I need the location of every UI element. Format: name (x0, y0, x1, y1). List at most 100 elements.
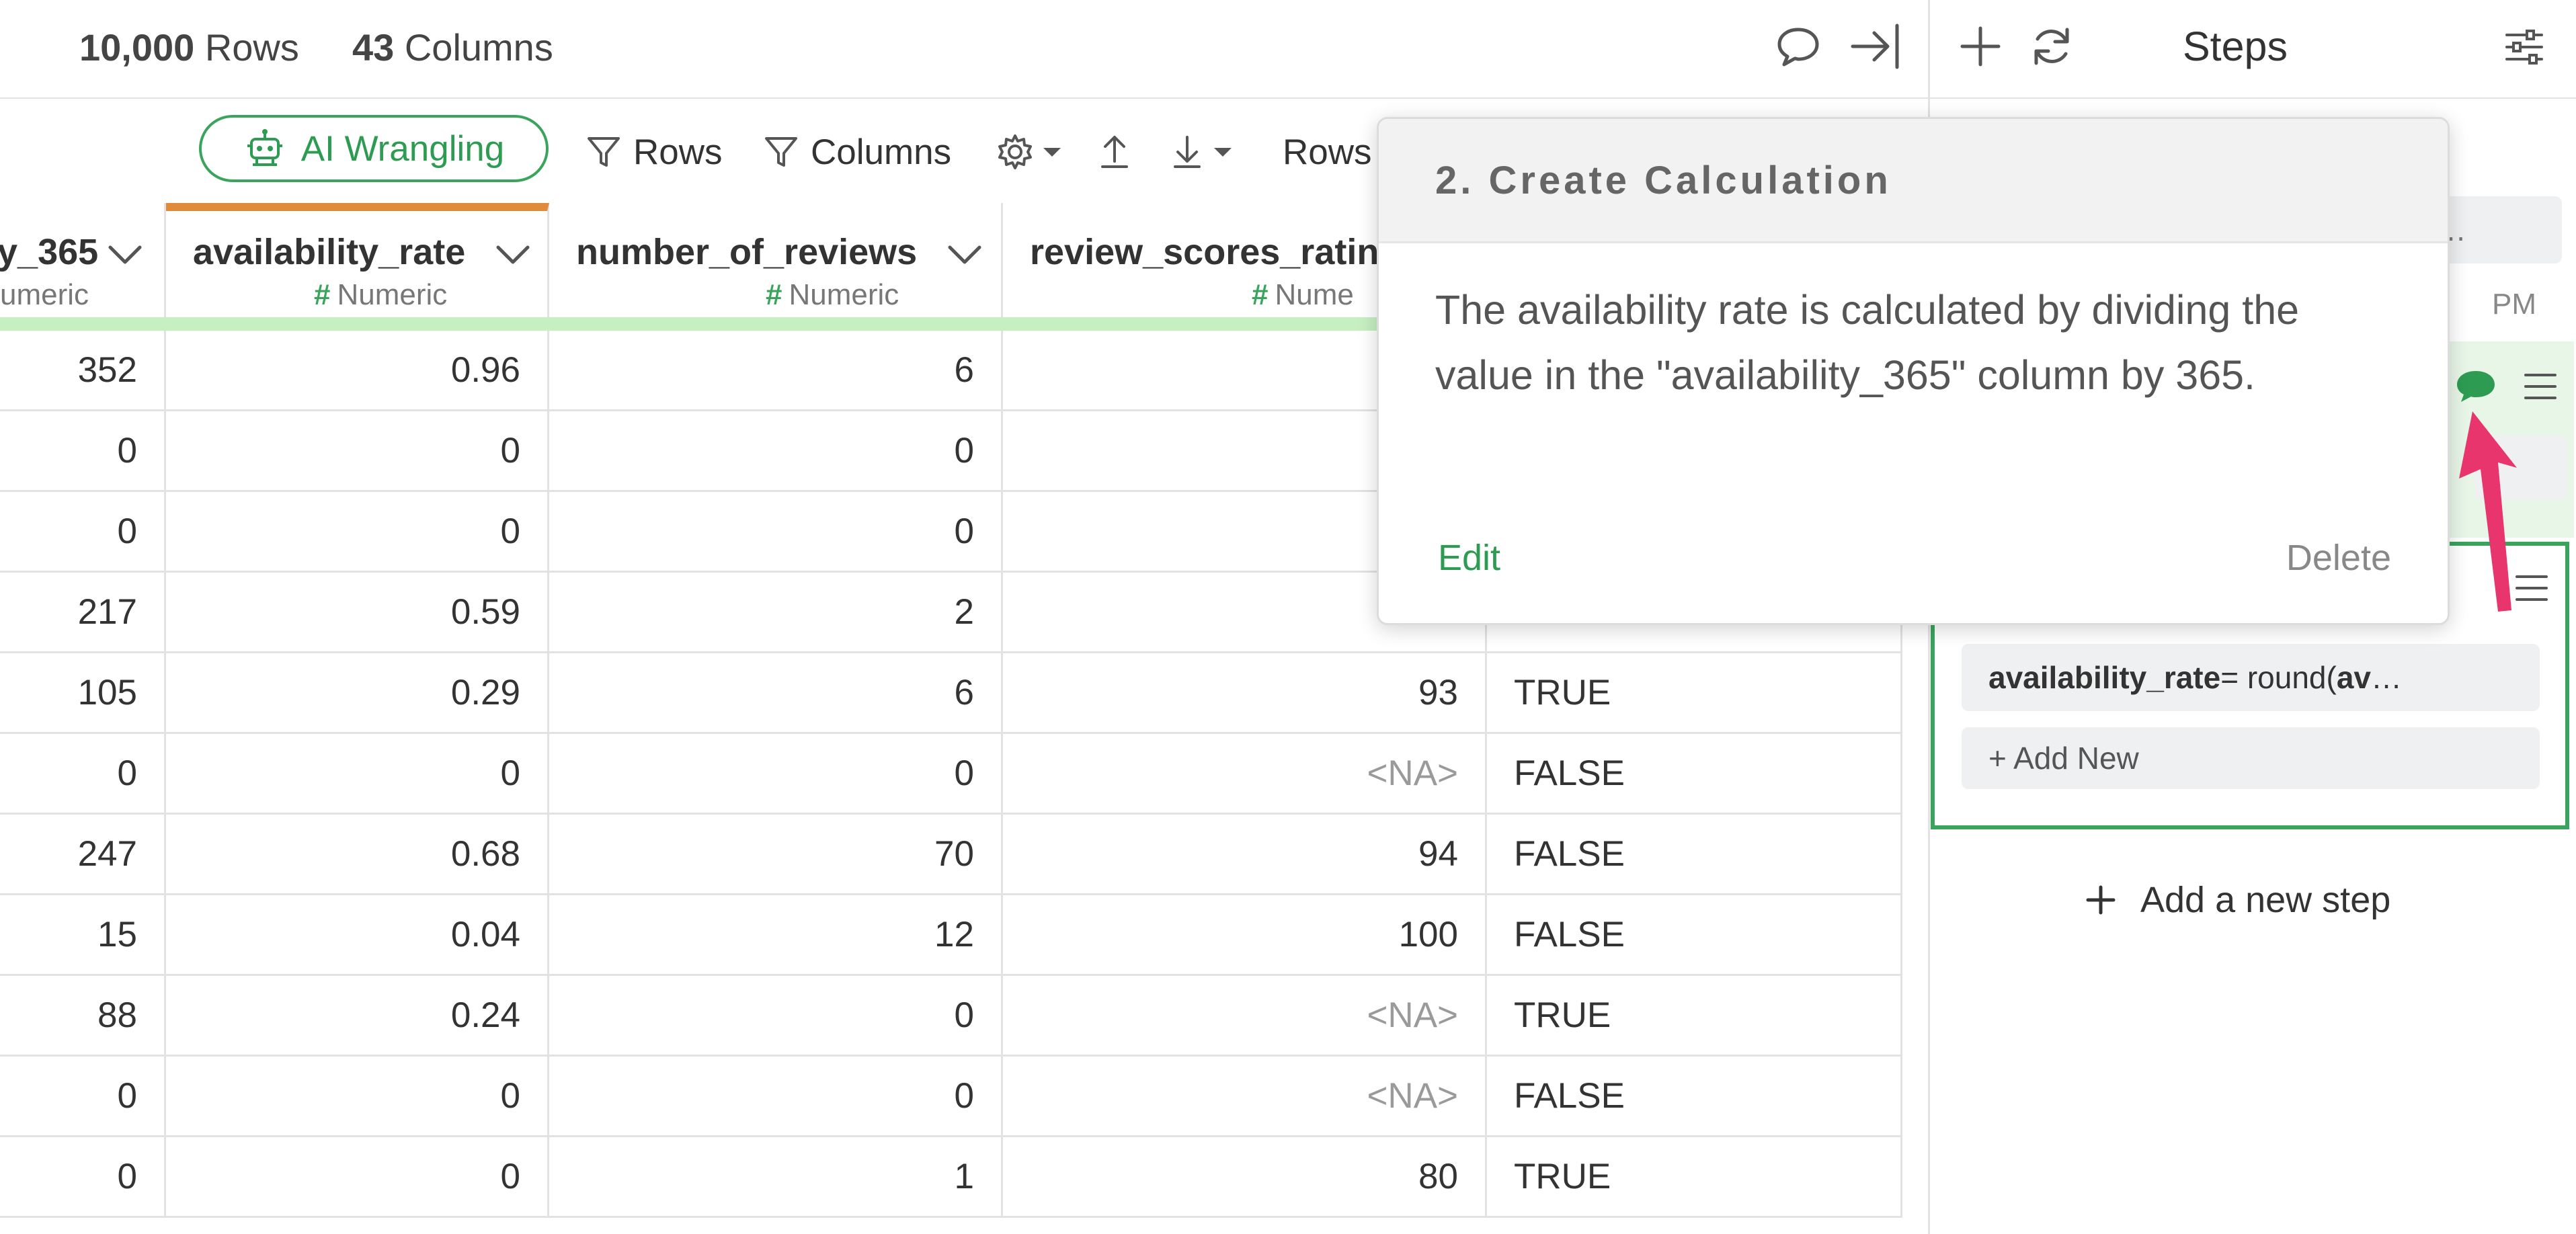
table-cell[interactable]: 0 (0, 1057, 166, 1135)
table-cell[interactable]: FALSE (1487, 1057, 1902, 1135)
table-cell[interactable]: FALSE (1487, 734, 1902, 813)
table-cell[interactable]: 0 (166, 1137, 549, 1216)
table-row: 105 0.29 6 93 TRUE (0, 653, 1902, 734)
table-cell[interactable]: 1 (549, 1137, 1003, 1216)
table-cell[interactable]: 0.68 (166, 815, 549, 893)
table-cell[interactable]: 0 (549, 1057, 1003, 1135)
table-cell[interactable]: 0 (549, 492, 1003, 571)
chevron-down-icon[interactable] (106, 243, 144, 266)
table-cell[interactable]: TRUE (1487, 1137, 1902, 1216)
table-cell[interactable]: 105 (0, 653, 166, 732)
popover-body: The availability rate is calculated by d… (1435, 287, 2300, 398)
refresh-icon[interactable] (2028, 23, 2075, 70)
caret-down-icon (1043, 148, 1061, 157)
table-cell[interactable]: 0 (0, 1137, 166, 1216)
table-cell[interactable]: 2 (549, 573, 1003, 651)
column-header-name: number_of_reviews (576, 232, 918, 272)
column-header-name: review_scores_ratin (1030, 232, 1379, 272)
table-cell[interactable]: 0.24 (166, 976, 549, 1055)
table-cell[interactable]: 0.04 (166, 895, 549, 974)
table-cell[interactable]: 12 (549, 895, 1003, 974)
chevron-down-icon[interactable] (946, 243, 983, 266)
rows-filter-label: Rows (633, 132, 723, 172)
rows-count-label: Rows (204, 26, 299, 69)
rows-count-number: 10,000 (79, 26, 195, 69)
table-cell[interactable]: <NA> (1003, 734, 1487, 813)
comment-filled-icon[interactable] (2454, 368, 2497, 405)
step-menu-icon[interactable] (2522, 370, 2559, 403)
step-comment-popover: 2. Create Calculation The availability r… (1377, 117, 2450, 625)
table-cell[interactable]: 0 (166, 411, 549, 490)
table-cell[interactable]: 88 (0, 976, 166, 1055)
table-cell[interactable]: 217 (0, 573, 166, 651)
table-cell[interactable]: 0 (166, 734, 549, 813)
add-step-icon[interactable] (1957, 23, 2004, 70)
table-cell[interactable]: TRUE (1487, 653, 1902, 732)
chevron-down-icon[interactable] (494, 243, 532, 266)
gear-icon (998, 134, 1032, 169)
table-cell[interactable]: 15 (0, 895, 166, 974)
table-cell[interactable]: 70 (549, 815, 1003, 893)
table-cell[interactable]: 93 (1003, 653, 1487, 732)
table-cell[interactable]: 0 (0, 411, 166, 490)
add-new-button[interactable]: + Add New (1962, 727, 2540, 789)
table-cell[interactable]: 6 (549, 653, 1003, 732)
column-header-type: # Numeric (766, 278, 899, 311)
filter-icon (588, 137, 620, 167)
plus-icon (2086, 885, 2116, 915)
columns-count-number: 43 (352, 26, 395, 69)
step-timestamp: PM (2492, 288, 2536, 321)
column-header-selected[interactable]: availability_rate # Numeric (166, 203, 549, 317)
add-new-step-button[interactable]: Add a new step (2084, 879, 2390, 921)
step-code-chip[interactable]: availability_rate = round(av… (1962, 644, 2540, 711)
table-cell[interactable]: 0.59 (166, 573, 549, 651)
caret-down-icon (1214, 148, 1232, 157)
export-button[interactable] (1096, 128, 1133, 175)
delete-link[interactable]: Delete (2286, 537, 2391, 579)
comment-icon[interactable] (1775, 23, 1822, 70)
table-cell[interactable]: FALSE (1487, 815, 1902, 893)
ai-wrangling-label: AI Wrangling (300, 128, 505, 169)
column-header[interactable]: y_365 umeric (0, 203, 166, 317)
column-header-name: availability_rate (193, 232, 466, 272)
rows-filter-button[interactable]: Rows (585, 128, 723, 175)
table-cell[interactable]: 0 (166, 1057, 549, 1135)
column-header-type: # Nume (1252, 278, 1354, 311)
table-cell[interactable]: 0 (166, 492, 549, 571)
column-header-name: y_365 (0, 232, 99, 272)
table-cell[interactable]: 352 (0, 331, 166, 409)
sliders-icon[interactable] (2503, 26, 2546, 69)
collapse-panel-icon[interactable] (1849, 22, 1902, 71)
table-cell[interactable]: 247 (0, 815, 166, 893)
add-new-step-label: Add a new step (2140, 880, 2391, 920)
rows-menu-button[interactable]: Rows (1283, 128, 1372, 175)
table-row: 0 0 0 <NA> FALSE (0, 1057, 1902, 1137)
table-cell[interactable]: 0.96 (166, 331, 549, 409)
table-cell[interactable]: 0 (549, 976, 1003, 1055)
column-header-type: umeric (0, 278, 89, 311)
table-cell[interactable]: 0 (0, 492, 166, 571)
table-cell[interactable]: <NA> (1003, 976, 1487, 1055)
table-row: 15 0.04 12 100 FALSE (0, 895, 1902, 976)
table-row: 88 0.24 0 <NA> TRUE (0, 976, 1902, 1057)
table-cell[interactable]: <NA> (1003, 1057, 1487, 1135)
table-cell[interactable]: 0.29 (166, 653, 549, 732)
table-cell[interactable]: 6 (549, 331, 1003, 409)
table-cell[interactable]: 94 (1003, 815, 1487, 893)
annotation-arrow (2459, 411, 2517, 612)
edit-link[interactable]: Edit (1438, 537, 1500, 579)
column-header[interactable]: number_of_reviews # Numeric (549, 203, 1003, 317)
table-cell[interactable]: 0 (549, 734, 1003, 813)
table-cell[interactable]: 0 (0, 734, 166, 813)
upload-icon (1101, 136, 1128, 168)
settings-menu-button[interactable] (995, 128, 1063, 175)
table-cell[interactable]: 0 (549, 411, 1003, 490)
table-cell[interactable]: 100 (1003, 895, 1487, 974)
table-cell[interactable]: FALSE (1487, 895, 1902, 974)
table-cell[interactable]: TRUE (1487, 976, 1902, 1055)
column-header-type: # Numeric (314, 278, 448, 311)
table-cell[interactable]: 80 (1003, 1137, 1487, 1216)
columns-filter-button[interactable]: Columns (762, 128, 951, 175)
import-menu-button[interactable] (1168, 128, 1234, 175)
ai-wrangling-button[interactable]: AI Wrangling (199, 115, 549, 182)
